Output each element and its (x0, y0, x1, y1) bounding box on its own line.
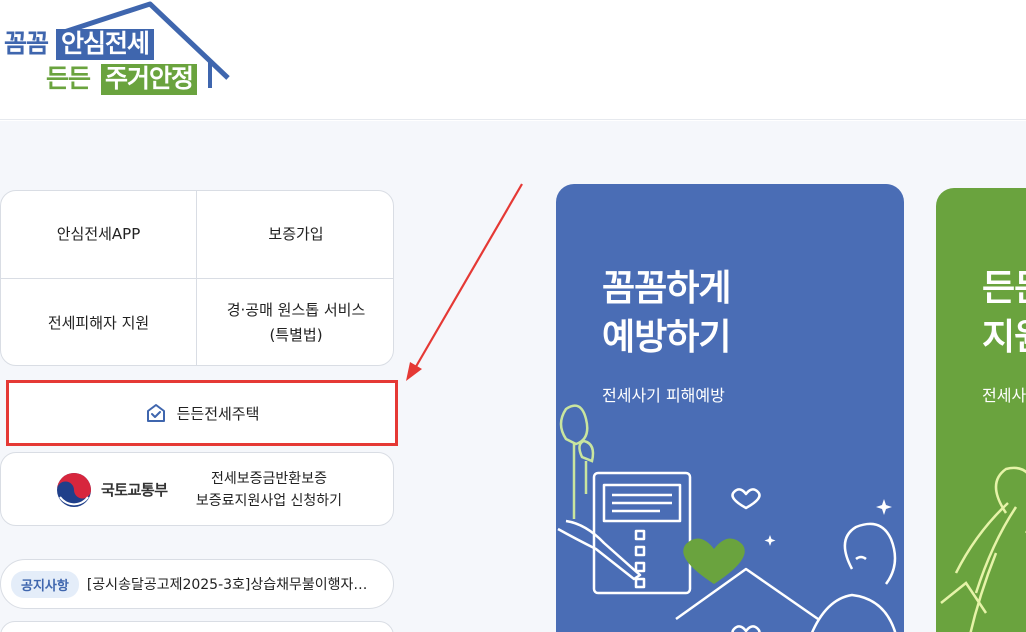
quick-menu-guarantee[interactable]: 보증가입 (197, 191, 393, 279)
quick-menu-grid: 안심전세APP 보증가입 전세피해자 지원 경·공매 원스톱 서비스 (특별법) (0, 190, 394, 366)
dd-jeonse-housing-label: 든든전세주택 (176, 404, 260, 423)
logo-word-1b: 안심전세 (56, 29, 155, 60)
quick-menu-label-group: 경·공매 원스톱 서비스 (특별법) (227, 298, 366, 348)
molit-banner-line2: 보증료지원사업 신청하기 (195, 493, 343, 509)
molit-banner-text: 전세보증금반환보증 보증료지원사업 신청하기 (184, 468, 354, 512)
card-title-line1: 든든 (982, 268, 1026, 309)
logo-word-1a: 꼼꼼 (4, 29, 49, 58)
quick-menu-app[interactable]: 안심전세APP (1, 191, 197, 279)
quick-menu-label: 전세피해자 지원 (47, 313, 150, 332)
feature-card-support[interactable]: 든든 지원 전세사 (936, 188, 1026, 632)
card-title-line1: 꼼꼼하게 (602, 268, 731, 309)
prevention-illustration (557, 404, 897, 632)
logo-word-2b: 주거안정 (101, 64, 198, 95)
quick-menu-label: 경·공매 원스톱 서비스 (226, 301, 366, 319)
logo-word-2a: 든든 (46, 64, 91, 93)
notice-badge: 공지사항 (11, 570, 79, 598)
notice-bar[interactable]: 공지사항 [공시송달공고제2025-3호]상습채무불이행자… (0, 559, 394, 609)
quick-menu-label-sub: (특별법) (269, 326, 323, 344)
molit-subsidy-banner[interactable]: 국토교통부 전세보증금반환보증 보증료지원사업 신청하기 (0, 452, 394, 526)
molit-name: 국토교통부 (101, 481, 168, 499)
site-header: 꼼꼼 안심전세 든든 주거안정 (0, 0, 1026, 120)
card-title-line2: 예방하기 (602, 317, 731, 358)
dd-jeonse-housing-button[interactable]: 든든전세주택 (6, 380, 398, 446)
site-logo[interactable]: 꼼꼼 안심전세 든든 주거안정 (0, 0, 240, 110)
support-illustration (940, 466, 1026, 632)
card-title: 든든 지원 (982, 264, 1026, 362)
quick-menu-label: 안심전세APP (56, 225, 141, 243)
next-panel (0, 621, 394, 632)
card-title-line2: 지원 (982, 317, 1026, 358)
quick-menu-auction-service[interactable]: 경·공매 원스톱 서비스 (특별법) (197, 279, 393, 365)
quick-menu-label: 보증가입 (268, 225, 324, 243)
card-title: 꼼꼼하게 예방하기 (602, 264, 731, 362)
house-check-icon (146, 404, 165, 422)
feature-card-prevention[interactable]: 꼼꼼하게 예방하기 전세사기 피해예방 (556, 184, 904, 632)
molit-banner-line1: 전세보증금반환보증 (211, 471, 327, 487)
taeguk-emblem-icon (57, 473, 91, 507)
quick-menu-victim-support[interactable]: 전세피해자 지원 (1, 279, 197, 365)
notice-text[interactable]: [공시송달공고제2025-3호]상습채무불이행자… (87, 574, 372, 594)
